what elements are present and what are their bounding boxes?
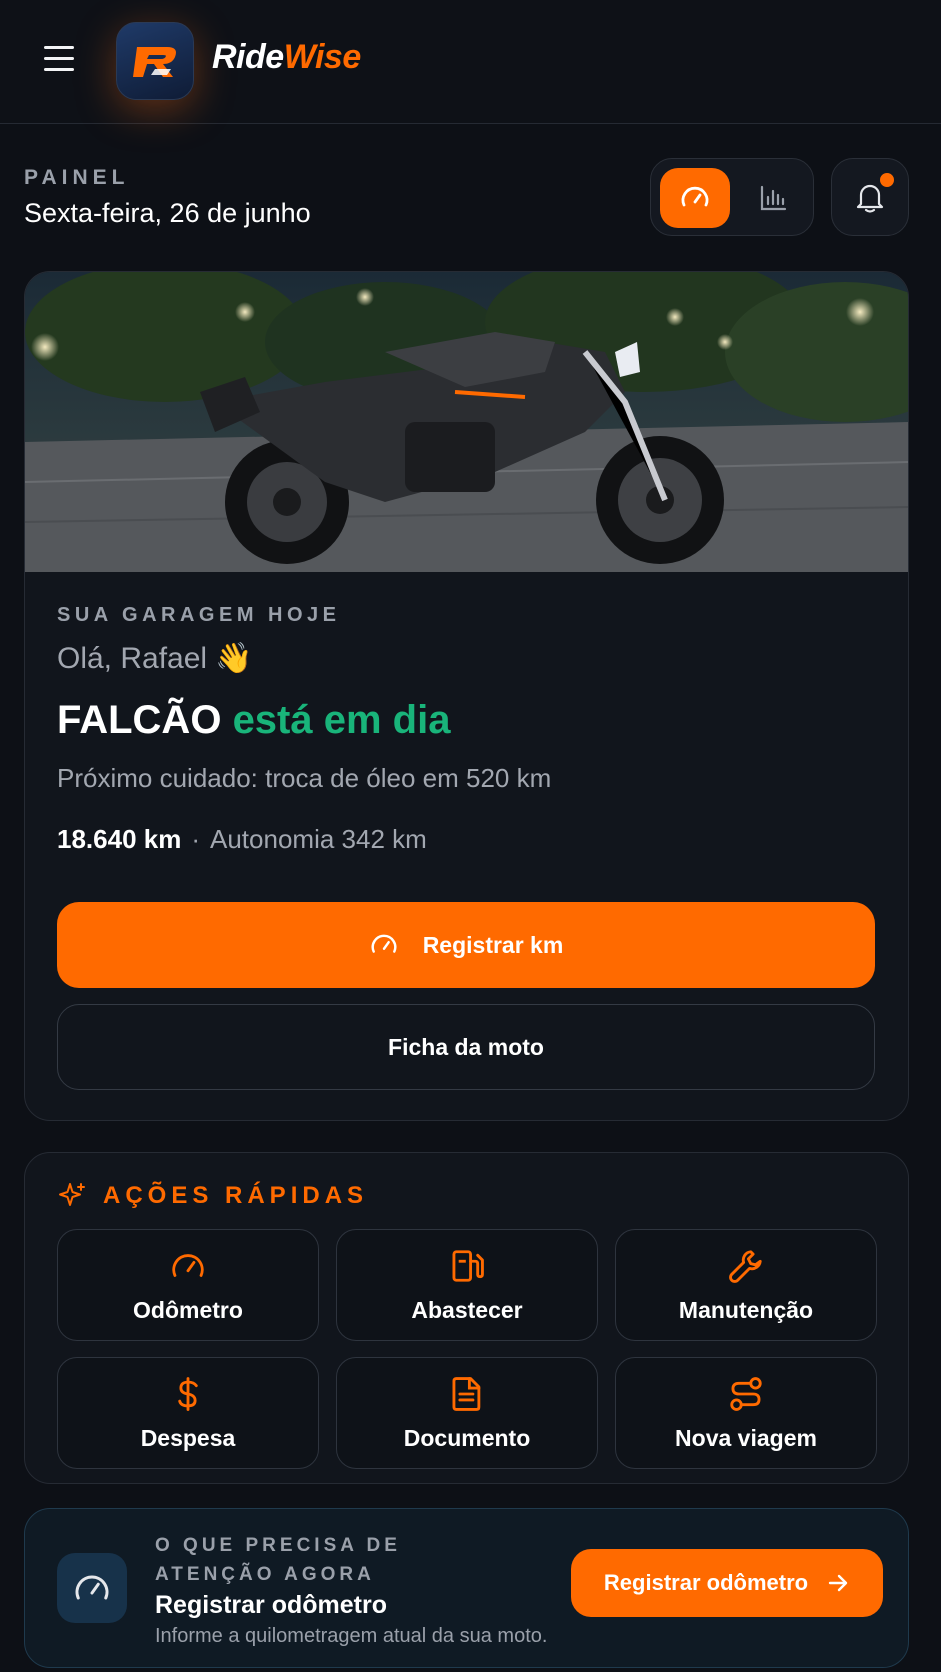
quick-action-maintenance[interactable]: Manutenção (615, 1229, 877, 1341)
menu-icon[interactable] (44, 46, 78, 74)
status-text: está em dia (232, 698, 451, 742)
quick-action-label: Nova viagem (675, 1424, 817, 1451)
quick-action-label: Manutenção (678, 1296, 814, 1323)
quick-actions-card: AÇÕES RÁPIDAS Odômetro Abastecer Manuten… (24, 1152, 909, 1484)
odometer-value: 18.640 km (57, 824, 182, 854)
notifications-button[interactable] (831, 158, 909, 236)
bike-stats: 18.640 km · Autonomia 342 km (57, 824, 877, 855)
bar-chart-icon (760, 185, 787, 211)
motorcycle-photo (25, 272, 908, 572)
register-km-button[interactable]: Registrar km (57, 902, 875, 988)
register-odometer-label: Registrar odômetro (603, 1570, 809, 1595)
logo-icon (133, 47, 176, 77)
greeting: Olá, Rafael 👋 (57, 642, 253, 675)
quick-action-label: Documento (403, 1424, 531, 1451)
wrench-icon (729, 1249, 762, 1283)
attention-title: Registrar odômetro (155, 1591, 387, 1619)
sparkle-icon (59, 1183, 85, 1206)
notification-badge (878, 171, 896, 189)
quick-action-odometer[interactable]: Odômetro (57, 1229, 319, 1341)
quick-action-label: Abastecer (411, 1296, 523, 1323)
next-care: Próximo cuidado: troca de óleo em 520 km (57, 763, 552, 793)
attention-card: O QUE PRECISA DE ATENÇÃO AGORA Registrar… (24, 1508, 909, 1668)
garage-summary: SUA GARAGEM HOJE Olá, Rafael 👋 FALCÃO es… (57, 604, 877, 855)
top-bar: RideWise (0, 0, 941, 124)
arrow-right-icon (828, 1574, 848, 1592)
route-icon (730, 1376, 762, 1411)
page-date: Sexta-feira, 26 de junho (24, 198, 311, 228)
quick-action-new-trip[interactable]: Nova viagem (615, 1357, 877, 1469)
quick-action-document[interactable]: Documento (336, 1357, 598, 1469)
garage-eyebrow: SUA GARAGEM HOJE (57, 604, 341, 626)
document-icon (452, 1376, 481, 1411)
quick-action-label: Odômetro (133, 1296, 243, 1323)
attention-eyebrow: O QUE PRECISA DE ATENÇÃO AGORA (155, 1535, 401, 1585)
bike-sheet-label: Ficha da moto (388, 1033, 544, 1060)
bike-status: FALCÃO está em dia (57, 698, 877, 743)
gauge-icon (75, 1575, 109, 1600)
view-toggle (650, 158, 814, 236)
quick-action-label: Despesa (140, 1424, 236, 1451)
stats-view-button[interactable] (743, 168, 803, 228)
dashboard-view-button[interactable] (660, 168, 730, 228)
quick-action-fuel[interactable]: Abastecer (336, 1229, 598, 1341)
attention-description: Informe a quilometragem atual da sua mot… (155, 1625, 548, 1647)
gauge-icon (681, 186, 709, 207)
gauge-icon (172, 1253, 204, 1277)
autonomy-value: Autonomia 342 km (210, 824, 427, 854)
dollar-icon (178, 1376, 198, 1411)
brand-name: RideWise (212, 38, 361, 76)
quick-actions-grid: Odômetro Abastecer Manutenção Despesa Do… (57, 1229, 877, 1469)
quick-actions-header: AÇÕES RÁPIDAS (57, 1181, 368, 1211)
fuel-icon (452, 1249, 484, 1282)
bike-name: FALCÃO (57, 698, 222, 742)
register-odometer-button[interactable]: Registrar odômetro (571, 1549, 883, 1617)
quick-action-expense[interactable]: Despesa (57, 1357, 319, 1469)
stats-separator: · (191, 824, 200, 854)
app-logo[interactable] (116, 22, 194, 100)
register-km-label: Registrar km (422, 931, 564, 958)
attention-icon-box (57, 1553, 127, 1623)
page-eyebrow: PAINEL (24, 166, 130, 189)
gauge-icon (371, 934, 397, 953)
bike-sheet-button[interactable]: Ficha da moto (57, 1004, 875, 1090)
garage-card: SUA GARAGEM HOJE Olá, Rafael 👋 FALCÃO es… (24, 271, 909, 1121)
quick-actions-title: AÇÕES RÁPIDAS (103, 1182, 369, 1209)
